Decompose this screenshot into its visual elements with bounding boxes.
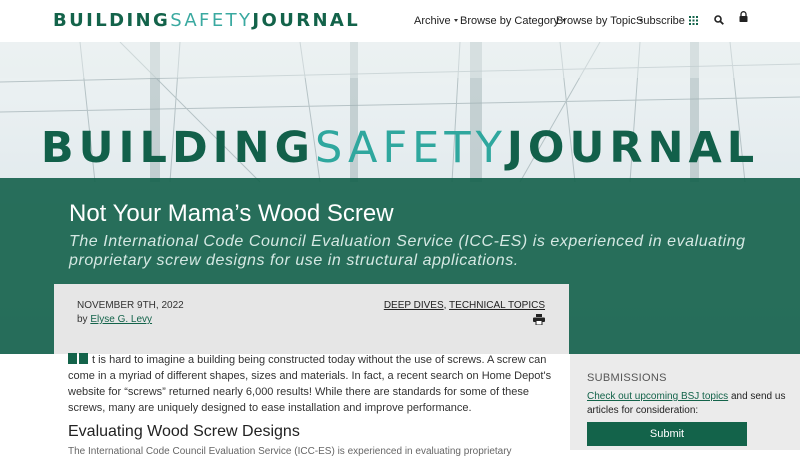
masthead-part-safety: SAFETY <box>314 123 507 173</box>
category-link-technical-topics[interactable]: TECHNICAL TOPICS <box>449 300 545 311</box>
article-intro-text: t is hard to imagine a building being co… <box>68 354 552 414</box>
category-link-deep-dives[interactable]: DEEP DIVES <box>384 300 444 311</box>
submissions-widget: SUBMISSIONS Check out upcoming BSJ topic… <box>570 354 800 450</box>
article-categories: DEEP DIVES, TECHNICAL TOPICS <box>384 300 545 311</box>
nav-subscribe[interactable]: Subscribe <box>636 14 685 28</box>
search-icon[interactable] <box>714 15 724 25</box>
article-title: Not Your Mama’s Wood Screw <box>69 200 394 227</box>
grid-icon[interactable] <box>689 16 698 25</box>
masthead-part-building: BUILDING <box>40 123 315 173</box>
lock-icon[interactable] <box>739 11 748 22</box>
masthead-part-journal: JOURNAL <box>506 123 760 173</box>
submit-button[interactable]: Submit <box>587 422 747 446</box>
drop-cap-i-icon <box>68 353 88 364</box>
upcoming-topics-link[interactable]: Check out upcoming BSJ topics <box>587 391 728 402</box>
article-intro-paragraph: t is hard to imagine a building being co… <box>68 352 556 416</box>
nav-archive[interactable]: Archive <box>414 14 458 28</box>
author-link[interactable]: Elyse G. Levy <box>90 314 152 325</box>
category-separator: , <box>443 300 447 311</box>
submissions-heading: SUBMISSIONS <box>587 372 667 384</box>
logo-part-journal: JOURNAL <box>252 10 361 31</box>
chevron-down-icon <box>453 19 458 22</box>
nav-browse-category-label: Browse by Category <box>460 15 560 27</box>
logo-part-building: BUILDING <box>53 10 171 31</box>
masthead-title: BUILDINGSAFETYJOURNAL <box>0 120 800 176</box>
top-bar: BUILDINGSAFETYJOURNAL Archive Browse by … <box>0 0 800 42</box>
nav-subscribe-label: Subscribe <box>636 15 685 27</box>
logo-part-safety: SAFETY <box>170 10 253 31</box>
nav-archive-label: Archive <box>414 15 451 27</box>
section-heading: Evaluating Wood Screw Designs <box>68 423 300 440</box>
article-subtitle: The International Code Council Evaluatio… <box>69 233 746 269</box>
byline: by Elyse G. Levy <box>77 314 152 325</box>
nav-browse-topic-label: Browse by Topic <box>556 15 636 27</box>
submissions-text: Check out upcoming BSJ topics and send u… <box>587 390 787 418</box>
site-logo[interactable]: BUILDINGSAFETYJOURNAL <box>53 10 360 32</box>
article-meta: NOVEMBER 9TH, 2022 by Elyse G. Levy DEEP… <box>54 284 569 354</box>
nav-browse-topic[interactable]: Browse by Topic <box>556 14 643 28</box>
article-next-line: The International Code Council Evaluatio… <box>68 446 512 457</box>
print-icon[interactable] <box>533 314 545 325</box>
byline-prefix: by <box>77 314 88 325</box>
nav-browse-category[interactable]: Browse by Category <box>460 14 567 28</box>
article-date: NOVEMBER 9TH, 2022 <box>77 300 184 311</box>
